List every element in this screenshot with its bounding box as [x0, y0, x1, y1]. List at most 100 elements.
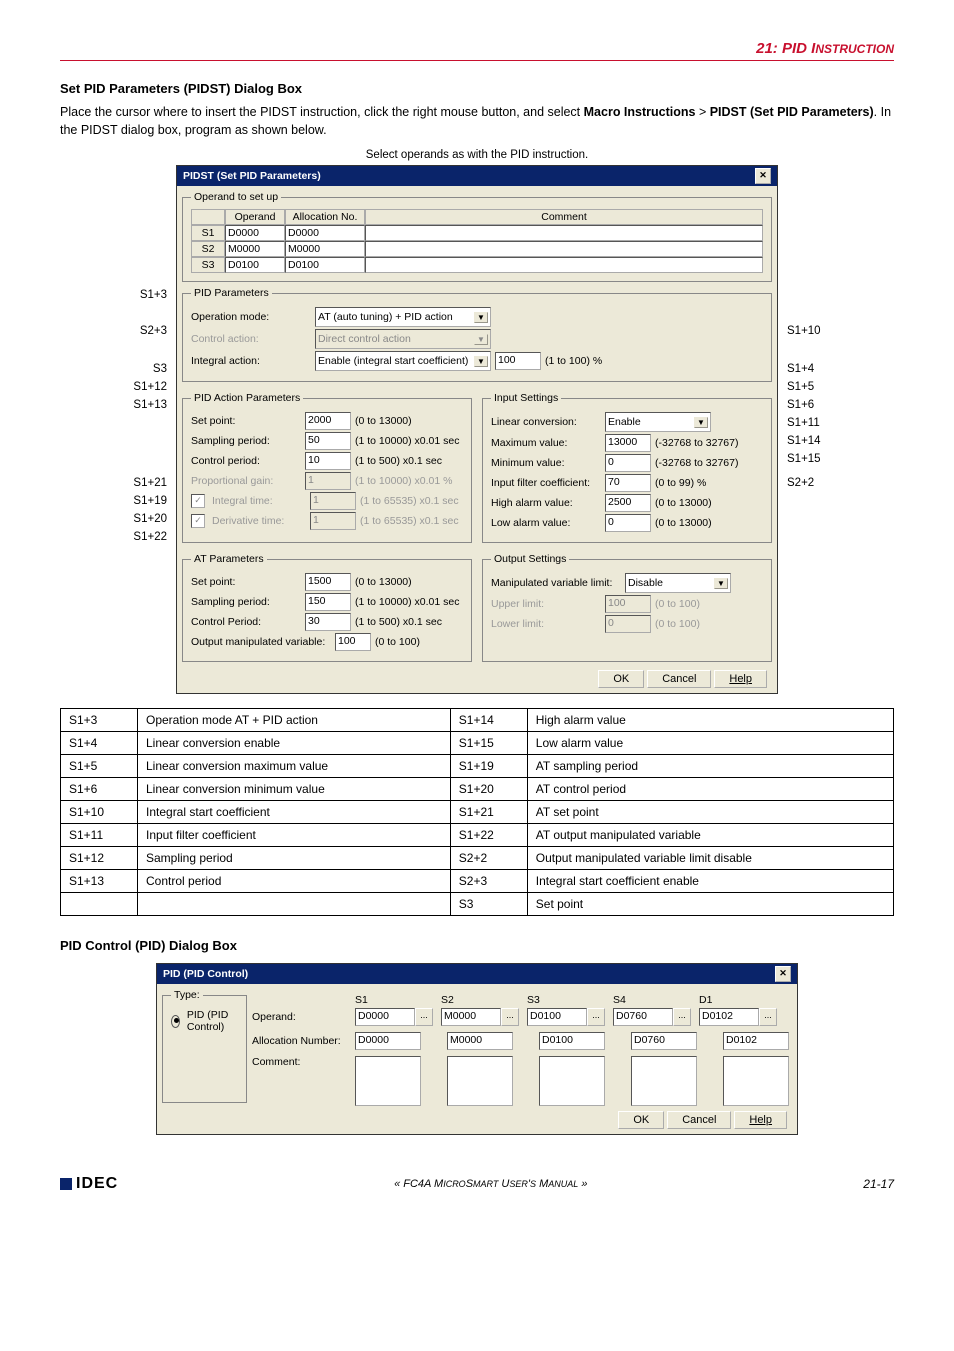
low-alarm-range: (0 to 13000) — [655, 517, 712, 529]
linconv-select[interactable]: Enable▼ — [605, 412, 711, 432]
col-s3: S3 — [527, 994, 605, 1006]
at-samp-input[interactable]: 150 — [305, 593, 351, 611]
lab-s1p19: S1+19 — [77, 495, 167, 507]
table-cell: AT output manipulated variable — [527, 824, 893, 847]
s2-operand[interactable]: M0000 — [225, 241, 285, 257]
op-mode-select[interactable]: AT (auto tuning) + PID action▼ — [315, 307, 491, 327]
s4-op-input[interactable]: D0760 — [613, 1008, 673, 1026]
pgain-label: Proportional gain: — [191, 475, 301, 487]
chevron-down-icon: ▼ — [714, 578, 728, 589]
max-label: Maximum value: — [491, 437, 601, 449]
cancel-button[interactable]: Cancel — [667, 1111, 731, 1129]
brand-logo: IDEC — [60, 1175, 118, 1193]
s1-operand[interactable]: D0000 — [225, 225, 285, 241]
s1-alloc-input[interactable]: D0000 — [355, 1032, 421, 1050]
at-samp-label: Sampling period: — [191, 596, 301, 608]
browse-button[interactable]: ... — [415, 1008, 433, 1026]
group-type: Type: PID (PID Control) — [162, 989, 247, 1103]
help-button[interactable]: Help — [714, 670, 767, 688]
browse-button[interactable]: ... — [673, 1008, 691, 1026]
col-d1: D1 — [699, 994, 777, 1006]
col-comment: Comment — [365, 209, 763, 225]
s2-alloc[interactable]: M0000 — [285, 241, 365, 257]
integral-start-coef-input[interactable]: 100 — [495, 352, 541, 370]
s4-alloc-input[interactable]: D0760 — [631, 1032, 697, 1050]
filter-range: (0 to 99) % — [655, 477, 706, 489]
ctrl-period-input[interactable]: 10 — [305, 452, 351, 470]
max-input[interactable]: 13000 — [605, 434, 651, 452]
heading-pid-control: PID Control (PID) Dialog Box — [60, 938, 894, 953]
min-range: (-32768 to 32767) — [655, 457, 738, 469]
browse-button[interactable]: ... — [587, 1008, 605, 1026]
s3-alloc-input[interactable]: D0100 — [539, 1032, 605, 1050]
pgain-range: (1 to 10000) x0.01 % — [355, 475, 452, 487]
chevron-down-icon: ▼ — [474, 334, 488, 345]
intro-text: Place the cursor where to insert the PID… — [60, 104, 894, 139]
s1-comment-input[interactable] — [355, 1056, 421, 1106]
help-button[interactable]: Help — [734, 1111, 787, 1129]
parameter-map-table: S1+3Operation mode AT + PID actionS1+14H… — [60, 708, 894, 916]
group-pid-params: PID Parameters Operation mode: AT (auto … — [182, 287, 772, 382]
lab-s1p14: S1+14 — [787, 435, 877, 447]
set-point-input[interactable]: 2000 — [305, 412, 351, 430]
cancel-button[interactable]: Cancel — [647, 670, 711, 688]
close-icon[interactable]: ✕ — [755, 168, 771, 184]
lower-limit-input: 0 — [605, 615, 651, 633]
s3-comment[interactable] — [365, 257, 763, 273]
caption-select-operands: Select operands as with the PID instruct… — [60, 149, 894, 161]
browse-button[interactable]: ... — [759, 1008, 777, 1026]
high-alarm-range: (0 to 13000) — [655, 497, 712, 509]
s4-comment-input[interactable] — [631, 1056, 697, 1106]
radio-icon — [171, 1015, 180, 1028]
high-alarm-input[interactable]: 2500 — [605, 494, 651, 512]
s1-op-input[interactable]: D0000 — [355, 1008, 415, 1026]
lab-s1p13: S1+13 — [77, 399, 167, 411]
section-num: 21: — [756, 40, 778, 57]
ok-button[interactable]: OK — [598, 670, 644, 688]
comment-row-label: Comment: — [252, 1056, 347, 1068]
sampling-input[interactable]: 50 — [305, 432, 351, 450]
browse-button[interactable]: ... — [501, 1008, 519, 1026]
low-alarm-input[interactable]: 0 — [605, 514, 651, 532]
s3-comment-input[interactable] — [539, 1056, 605, 1106]
s1-alloc[interactable]: D0000 — [285, 225, 365, 241]
s3-alloc[interactable]: D0100 — [285, 257, 365, 273]
low-alarm-label: Low alarm value: — [491, 517, 601, 529]
at-samp-range: (1 to 10000) x0.01 sec — [355, 596, 459, 608]
mvl-select[interactable]: Disable▼ — [625, 573, 731, 593]
upper-limit-input: 100 — [605, 595, 651, 613]
close-icon[interactable]: ✕ — [775, 966, 791, 982]
filter-input[interactable]: 70 — [605, 474, 651, 492]
page-number: 21-17 — [863, 1177, 894, 1191]
ctrl-period-range: (1 to 500) x0.1 sec — [355, 455, 442, 467]
pidst-titlebar[interactable]: PIDST (Set PID Parameters) ✕ — [177, 166, 777, 186]
s2-comment-input[interactable] — [447, 1056, 513, 1106]
at-omv-input[interactable]: 100 — [335, 633, 371, 651]
d1-op-input[interactable]: D0102 — [699, 1008, 759, 1026]
min-input[interactable]: 0 — [605, 454, 651, 472]
ok-button[interactable]: OK — [618, 1111, 664, 1129]
table-cell: S2+3 — [450, 870, 527, 893]
s2-alloc-input[interactable]: M0000 — [447, 1032, 513, 1050]
s3-operand[interactable]: D0100 — [225, 257, 285, 273]
s3-op-input[interactable]: D0100 — [527, 1008, 587, 1026]
integral-action-select[interactable]: Enable (integral start coefficient)▼ — [315, 351, 491, 371]
pid-titlebar[interactable]: PID (PID Control) ✕ — [157, 964, 797, 984]
at-cp-range: (1 to 500) x0.1 sec — [355, 616, 442, 628]
d1-alloc-input[interactable]: D0102 — [723, 1032, 789, 1050]
table-cell — [138, 893, 451, 916]
d1-comment-input[interactable] — [723, 1056, 789, 1106]
row-s3: S3 — [191, 257, 225, 273]
brand-text: IDEC — [76, 1175, 118, 1193]
at-cp-input[interactable]: 30 — [305, 613, 351, 631]
type-radio-row[interactable]: PID (PID Control) — [171, 1009, 238, 1033]
pid-button-row: OK Cancel Help — [157, 1108, 797, 1134]
table-cell: AT sampling period — [527, 755, 893, 778]
table-cell: S1+6 — [61, 778, 138, 801]
table-cell: S1+4 — [61, 732, 138, 755]
s2-comment[interactable] — [365, 241, 763, 257]
s1-comment[interactable] — [365, 225, 763, 241]
s2-op-input[interactable]: M0000 — [441, 1008, 501, 1026]
at-sp-input[interactable]: 1500 — [305, 573, 351, 591]
table-cell: S1+10 — [61, 801, 138, 824]
